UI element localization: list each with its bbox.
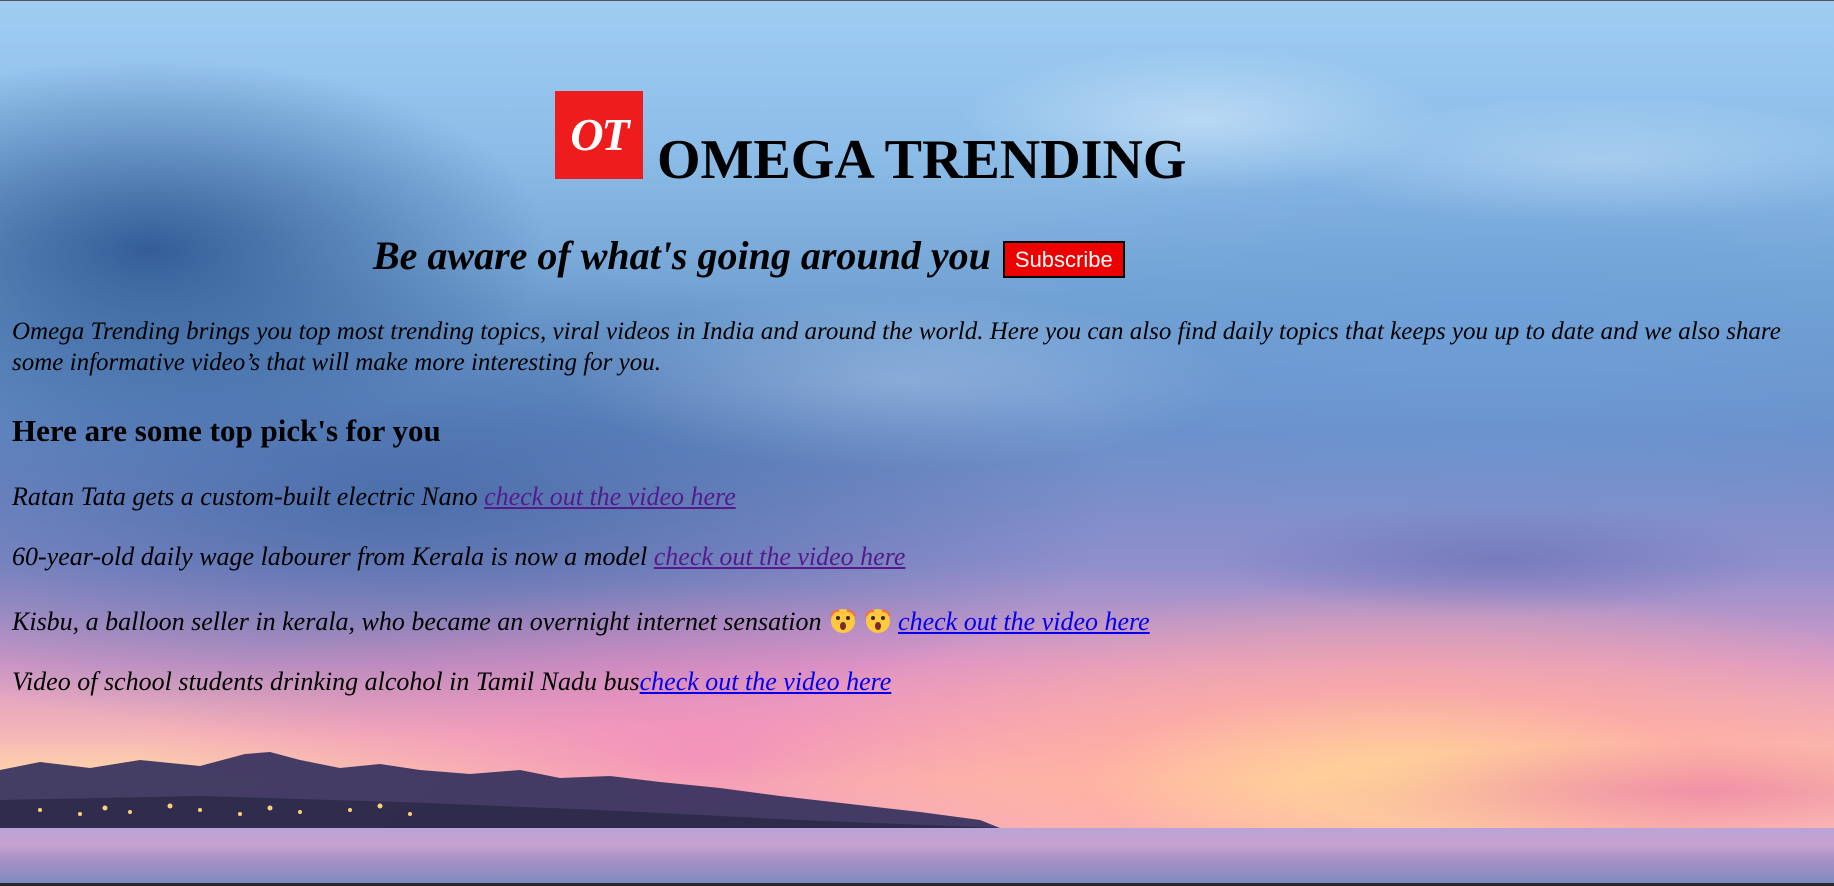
list-item: Ratan Tata gets a custom-built electric … [12, 480, 736, 514]
intro-paragraph: Omega Trending brings you top most trend… [12, 318, 1781, 376]
site-logo[interactable]: OT [555, 91, 643, 179]
pick-text: 60-year-old daily wage labourer from Ker… [12, 542, 654, 571]
video-link[interactable]: check out the video here [484, 482, 736, 511]
video-link[interactable]: check out the video here [654, 542, 906, 571]
astonished-face-icon [830, 609, 856, 633]
pick-text: Video of school students drinking alcoho… [12, 667, 640, 696]
video-link[interactable]: check out the video here [640, 667, 892, 696]
pick-text: Kisbu, a balloon seller in kerala, who b… [12, 607, 829, 636]
list-item: Video of school students drinking alcoho… [12, 665, 891, 699]
list-item: 60-year-old daily wage labourer from Ker… [12, 540, 905, 574]
site-title: OMEGA TRENDING [657, 129, 1187, 191]
pick-text: Ratan Tata gets a custom-built electric … [12, 482, 485, 511]
top-picks-heading: Here are some top pick's for you [12, 413, 441, 448]
tagline: Be aware of what's going around you [373, 233, 991, 278]
video-link[interactable]: check out the video here [898, 607, 1150, 636]
page-content: OT OMEGA TRENDING Be aware of what's goi… [0, 0, 1834, 886]
subscribe-button[interactable]: Subscribe [1002, 240, 1125, 278]
astonished-face-icon [865, 609, 891, 633]
list-item: Kisbu, a balloon seller in kerala, who b… [12, 605, 1150, 639]
tagline-row: Be aware of what's going around you Subs… [373, 228, 1125, 284]
